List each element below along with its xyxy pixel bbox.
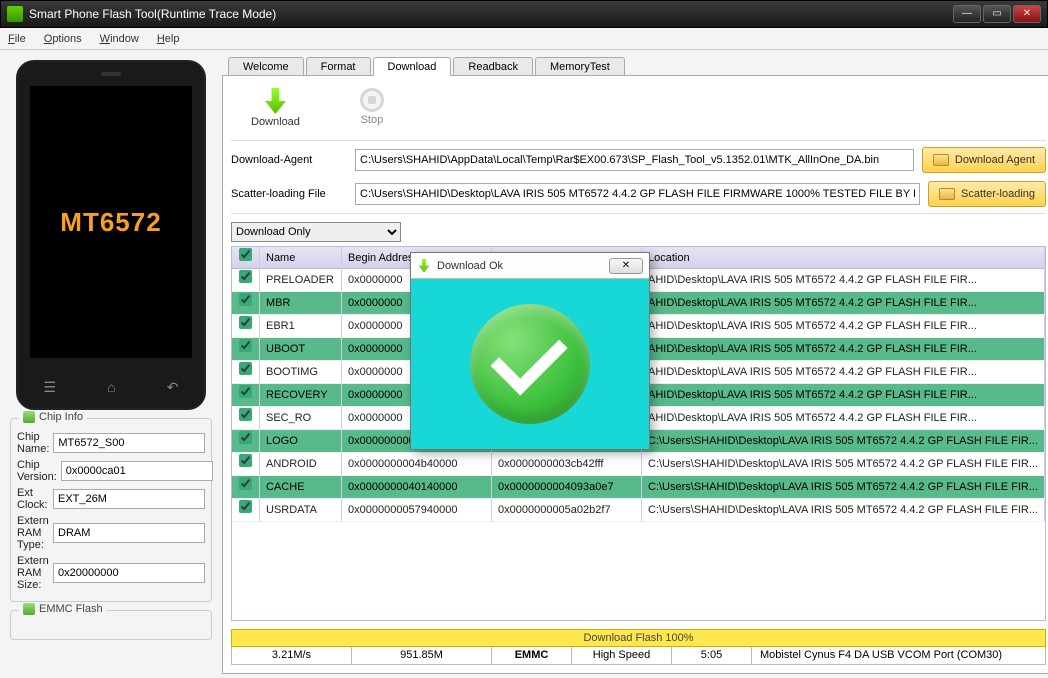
stop-button[interactable]: Stop bbox=[360, 88, 384, 128]
chip-name-field[interactable] bbox=[53, 433, 205, 453]
tab-format[interactable]: Format bbox=[306, 57, 371, 76]
menu-options[interactable]: Options bbox=[44, 33, 82, 45]
chip-icon bbox=[23, 411, 35, 423]
download-agent-input[interactable] bbox=[355, 149, 914, 171]
check-all[interactable] bbox=[239, 248, 252, 261]
tab-memorytest[interactable]: MemoryTest bbox=[535, 57, 625, 76]
status-port: Mobistel Cynus F4 DA USB VCOM Port (COM3… bbox=[752, 647, 1045, 664]
close-button[interactable]: ✕ bbox=[1013, 5, 1041, 23]
mode-select[interactable]: Download Only bbox=[231, 222, 401, 242]
row-checkbox[interactable] bbox=[239, 500, 252, 513]
col-location[interactable]: Location bbox=[642, 247, 1045, 269]
row-begin: 0x0000000004b40000 bbox=[342, 453, 492, 475]
row-checkbox[interactable] bbox=[239, 316, 252, 329]
ram-size-field[interactable] bbox=[53, 563, 205, 583]
row-location: AHID\Desktop\LAVA IRIS 505 MT6572 4.4.2 … bbox=[642, 269, 1045, 291]
download-ok-dialog: Download Ok ✕ bbox=[410, 252, 650, 450]
row-name: MBR bbox=[260, 292, 342, 314]
tab-download[interactable]: Download bbox=[373, 57, 452, 76]
ext-clock-field[interactable] bbox=[53, 489, 205, 509]
folder-icon bbox=[939, 188, 955, 200]
menu-file[interactable]: File bbox=[8, 33, 26, 45]
row-location: AHID\Desktop\LAVA IRIS 505 MT6572 4.4.2 … bbox=[642, 315, 1045, 337]
menubar: File Options Window Help bbox=[0, 28, 1048, 50]
phone-preview: BM MT6572 ☰⌂↶ bbox=[16, 60, 206, 410]
row-location: C:\Users\SHAHID\Desktop\LAVA IRIS 505 MT… bbox=[642, 499, 1045, 521]
row-location: AHID\Desktop\LAVA IRIS 505 MT6572 4.4.2 … bbox=[642, 407, 1045, 429]
tab-welcome[interactable]: Welcome bbox=[228, 57, 304, 76]
row-location: C:\Users\SHAHID\Desktop\LAVA IRIS 505 MT… bbox=[642, 453, 1045, 475]
row-checkbox[interactable] bbox=[239, 362, 252, 375]
status-storage: EMMC bbox=[492, 647, 572, 664]
status-time: 5:05 bbox=[672, 647, 752, 664]
table-row[interactable]: CACHE0x00000000401400000x0000000004093a0… bbox=[232, 476, 1045, 499]
tabs: Welcome Format Download Readback MemoryT… bbox=[228, 56, 1048, 75]
col-name[interactable]: Name bbox=[260, 247, 342, 269]
row-checkbox[interactable] bbox=[239, 293, 252, 306]
row-begin: 0x0000000040140000 bbox=[342, 476, 492, 498]
emmc-icon bbox=[23, 603, 35, 615]
maximize-button[interactable]: ▭ bbox=[983, 5, 1011, 23]
menu-window[interactable]: Window bbox=[100, 33, 139, 45]
row-name: RECOVERY bbox=[260, 384, 342, 406]
chip-info-section: Chip Info Chip Name: Chip Version: Ext C… bbox=[10, 418, 212, 602]
row-checkbox[interactable] bbox=[239, 431, 252, 444]
row-name: CACHE bbox=[260, 476, 342, 498]
row-name: PRELOADER bbox=[260, 269, 342, 291]
download-arrow-icon bbox=[417, 259, 431, 273]
row-name: SEC_RO bbox=[260, 407, 342, 429]
row-checkbox[interactable] bbox=[239, 408, 252, 421]
menu-help[interactable]: Help bbox=[157, 33, 180, 45]
row-location: AHID\Desktop\LAVA IRIS 505 MT6572 4.4.2 … bbox=[642, 384, 1045, 406]
row-name: BOOTIMG bbox=[260, 361, 342, 383]
row-checkbox[interactable] bbox=[239, 454, 252, 467]
ram-type-field[interactable] bbox=[53, 523, 205, 543]
scatter-loading-button[interactable]: Scatter-loading bbox=[928, 181, 1046, 207]
row-location: AHID\Desktop\LAVA IRIS 505 MT6572 4.4.2 … bbox=[642, 292, 1045, 314]
progress-bar: Download Flash 100% bbox=[231, 629, 1046, 647]
row-end: 0x0000000005a02b2f7 bbox=[492, 499, 642, 521]
titlebar: Smart Phone Flash Tool(Runtime Trace Mod… bbox=[0, 0, 1048, 28]
app-icon bbox=[7, 6, 23, 22]
download-arrow-icon bbox=[262, 88, 288, 114]
status-speed: 3.21M/s bbox=[232, 647, 352, 664]
row-name: ANDROID bbox=[260, 453, 342, 475]
dialog-close-button[interactable]: ✕ bbox=[609, 258, 643, 274]
chip-version-field[interactable] bbox=[61, 461, 213, 481]
row-end: 0x0000000004093a0e7 bbox=[492, 476, 642, 498]
row-checkbox[interactable] bbox=[239, 385, 252, 398]
window-title: Smart Phone Flash Tool(Runtime Trace Mod… bbox=[29, 7, 953, 21]
emmc-section: EMMC Flash bbox=[10, 610, 212, 640]
folder-icon bbox=[933, 154, 949, 166]
tab-readback[interactable]: Readback bbox=[453, 57, 533, 76]
status-mode: High Speed bbox=[572, 647, 672, 664]
table-row[interactable]: USRDATA0x00000000579400000x0000000005a02… bbox=[232, 499, 1045, 522]
status-cells: 3.21M/s 951.85M EMMC High Speed 5:05 Mob… bbox=[231, 647, 1046, 665]
row-name: UBOOT bbox=[260, 338, 342, 360]
row-end: 0x0000000003cb42fff bbox=[492, 453, 642, 475]
row-location: AHID\Desktop\LAVA IRIS 505 MT6572 4.4.2 … bbox=[642, 338, 1045, 360]
row-location: AHID\Desktop\LAVA IRIS 505 MT6572 4.4.2 … bbox=[642, 361, 1045, 383]
download-agent-button[interactable]: Download Agent bbox=[922, 147, 1046, 173]
row-checkbox[interactable] bbox=[239, 477, 252, 490]
checkmark-icon bbox=[470, 304, 590, 424]
stop-icon bbox=[360, 88, 384, 112]
row-name: USRDATA bbox=[260, 499, 342, 521]
minimize-button[interactable]: — bbox=[953, 5, 981, 23]
download-button[interactable]: Download bbox=[251, 88, 300, 128]
table-row[interactable]: ANDROID0x0000000004b400000x0000000003cb4… bbox=[232, 453, 1045, 476]
status-size: 951.85M bbox=[352, 647, 492, 664]
dialog-title: Download Ok bbox=[437, 260, 603, 272]
chip-label: MT6572 bbox=[60, 207, 161, 238]
row-begin: 0x0000000057940000 bbox=[342, 499, 492, 521]
row-name: LOGO bbox=[260, 430, 342, 452]
scatter-file-input[interactable] bbox=[355, 183, 920, 205]
row-location: C:\Users\SHAHID\Desktop\LAVA IRIS 505 MT… bbox=[642, 430, 1045, 452]
row-checkbox[interactable] bbox=[239, 339, 252, 352]
row-location: C:\Users\SHAHID\Desktop\LAVA IRIS 505 MT… bbox=[642, 476, 1045, 498]
row-name: EBR1 bbox=[260, 315, 342, 337]
row-checkbox[interactable] bbox=[239, 270, 252, 283]
